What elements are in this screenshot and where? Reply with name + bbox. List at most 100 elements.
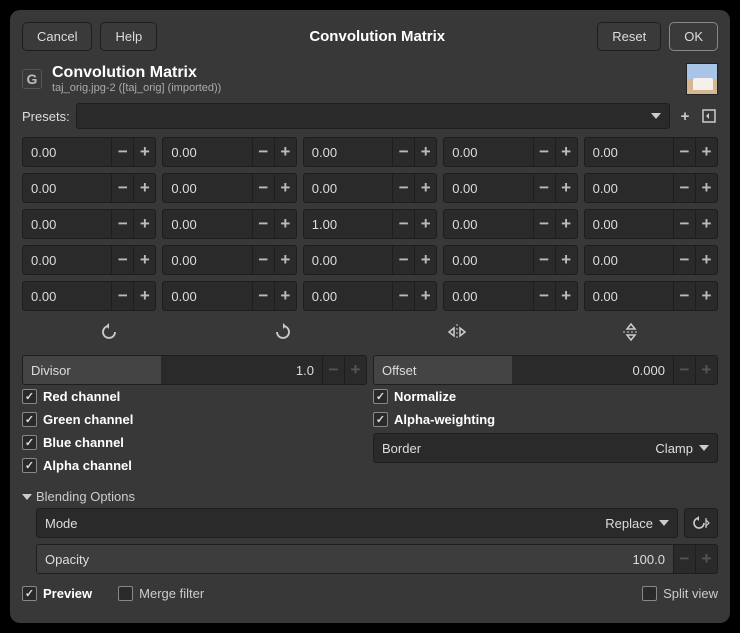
split-view-check[interactable] [642, 586, 657, 601]
minus-icon[interactable]: − [111, 138, 133, 166]
plus-icon[interactable]: + [414, 246, 436, 274]
green-channel-check[interactable] [22, 412, 37, 427]
plus-icon[interactable]: + [555, 138, 577, 166]
red-channel-check[interactable] [22, 389, 37, 404]
plus-icon[interactable]: + [414, 138, 436, 166]
offset-spin[interactable]: Offset0.000 −+ [373, 355, 718, 385]
plus-icon[interactable]: + [414, 282, 436, 310]
plus-icon[interactable]: + [555, 174, 577, 202]
matrix-cell[interactable]: 0.00−+ [443, 281, 577, 311]
plus-icon[interactable]: + [695, 246, 717, 274]
matrix-cell[interactable]: 0.00−+ [443, 245, 577, 275]
matrix-cell[interactable]: 0.00−+ [303, 245, 437, 275]
minus-icon[interactable]: − [392, 246, 414, 274]
mode-combo[interactable]: Mode Replace [36, 508, 678, 538]
minus-icon[interactable]: − [673, 356, 695, 384]
plus-icon[interactable]: + [695, 210, 717, 238]
cancel-button[interactable]: Cancel [22, 22, 92, 51]
rotate-right-icon[interactable] [196, 319, 370, 345]
preview-check[interactable] [22, 586, 37, 601]
minus-icon[interactable]: − [252, 174, 274, 202]
minus-icon[interactable]: − [111, 174, 133, 202]
matrix-cell[interactable]: 0.00−+ [22, 137, 156, 167]
minus-icon[interactable]: − [111, 210, 133, 238]
matrix-cell[interactable]: 0.00−+ [22, 209, 156, 239]
plus-icon[interactable]: + [274, 282, 296, 310]
matrix-cell[interactable]: 1.00−+ [303, 209, 437, 239]
add-preset-icon[interactable]: + [676, 107, 694, 125]
minus-icon[interactable]: − [533, 246, 555, 274]
plus-icon[interactable]: + [695, 545, 717, 573]
minus-icon[interactable]: − [252, 282, 274, 310]
minus-icon[interactable]: − [533, 138, 555, 166]
plus-icon[interactable]: + [414, 210, 436, 238]
minus-icon[interactable]: − [533, 174, 555, 202]
help-button[interactable]: Help [100, 22, 157, 51]
plus-icon[interactable]: + [133, 282, 155, 310]
plus-icon[interactable]: + [555, 210, 577, 238]
matrix-cell[interactable]: 0.00−+ [162, 209, 296, 239]
plus-icon[interactable]: + [133, 246, 155, 274]
plus-icon[interactable]: + [555, 246, 577, 274]
matrix-cell[interactable]: 0.00−+ [443, 137, 577, 167]
reset-button[interactable]: Reset [597, 22, 661, 51]
matrix-cell[interactable]: 0.00−+ [443, 209, 577, 239]
matrix-cell[interactable]: 0.00−+ [443, 173, 577, 203]
alpha-channel-check[interactable] [22, 458, 37, 473]
minus-icon[interactable]: − [252, 138, 274, 166]
normalize-check[interactable] [373, 389, 388, 404]
minus-icon[interactable]: − [392, 174, 414, 202]
matrix-cell[interactable]: 0.00−+ [303, 281, 437, 311]
border-combo[interactable]: Border Clamp [373, 433, 718, 463]
matrix-cell[interactable]: 0.00−+ [584, 281, 718, 311]
plus-icon[interactable]: + [695, 138, 717, 166]
minus-icon[interactable]: − [252, 246, 274, 274]
matrix-cell[interactable]: 0.00−+ [303, 137, 437, 167]
minus-icon[interactable]: − [111, 246, 133, 274]
minus-icon[interactable]: − [673, 545, 695, 573]
plus-icon[interactable]: + [133, 174, 155, 202]
matrix-cell[interactable]: 0.00−+ [162, 245, 296, 275]
blue-channel-check[interactable] [22, 435, 37, 450]
plus-icon[interactable]: + [274, 138, 296, 166]
matrix-cell[interactable]: 0.00−+ [22, 173, 156, 203]
minus-icon[interactable]: − [322, 356, 344, 384]
merge-filter-check[interactable] [118, 586, 133, 601]
minus-icon[interactable]: − [252, 210, 274, 238]
matrix-cell[interactable]: 0.00−+ [584, 245, 718, 275]
flip-vertical-icon[interactable] [544, 319, 718, 345]
divisor-spin[interactable]: Divisor1.0 −+ [22, 355, 367, 385]
blending-options-header[interactable]: Blending Options [22, 483, 718, 508]
plus-icon[interactable]: + [274, 246, 296, 274]
minus-icon[interactable]: − [673, 210, 695, 238]
matrix-cell[interactable]: 0.00−+ [22, 245, 156, 275]
plus-icon[interactable]: + [274, 210, 296, 238]
matrix-cell[interactable]: 0.00−+ [162, 137, 296, 167]
plus-icon[interactable]: + [695, 356, 717, 384]
matrix-cell[interactable]: 0.00−+ [303, 173, 437, 203]
minus-icon[interactable]: − [533, 282, 555, 310]
minus-icon[interactable]: − [673, 246, 695, 274]
minus-icon[interactable]: − [392, 282, 414, 310]
opacity-spin[interactable]: Opacity100.0 −+ [36, 544, 718, 574]
plus-icon[interactable]: + [414, 174, 436, 202]
presets-combo[interactable] [76, 103, 670, 129]
matrix-cell[interactable]: 0.00−+ [584, 137, 718, 167]
alpha-weighting-check[interactable] [373, 412, 388, 427]
plus-icon[interactable]: + [695, 282, 717, 310]
matrix-cell[interactable]: 0.00−+ [162, 281, 296, 311]
minus-icon[interactable]: − [111, 282, 133, 310]
minus-icon[interactable]: − [392, 210, 414, 238]
ok-button[interactable]: OK [669, 22, 718, 51]
mode-reset-button[interactable] [684, 508, 718, 538]
plus-icon[interactable]: + [133, 210, 155, 238]
minus-icon[interactable]: − [673, 282, 695, 310]
minus-icon[interactable]: − [392, 138, 414, 166]
flip-horizontal-icon[interactable] [370, 319, 544, 345]
minus-icon[interactable]: − [673, 174, 695, 202]
minus-icon[interactable]: − [673, 138, 695, 166]
matrix-cell[interactable]: 0.00−+ [22, 281, 156, 311]
minus-icon[interactable]: − [533, 210, 555, 238]
image-thumbnail[interactable] [686, 63, 718, 95]
manage-presets-icon[interactable] [700, 107, 718, 125]
